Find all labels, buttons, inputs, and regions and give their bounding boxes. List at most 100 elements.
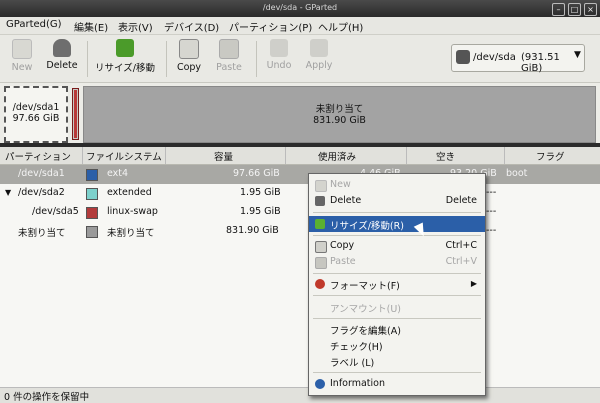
menu-item-resize-move[interactable]: リサイズ/移動(R) — [309, 216, 485, 232]
fs-color-swatch — [86, 188, 98, 200]
copy-button[interactable]: Copy — [174, 39, 204, 73]
cell-free: --- — [486, 187, 497, 198]
graph-partition-sda1[interactable]: /dev/sda1 97.66 GiB — [4, 86, 68, 143]
format-icon — [315, 279, 325, 289]
menu-gparted[interactable]: GParted(G) — [6, 19, 62, 30]
menu-partition[interactable]: パーティション(P) — [229, 19, 312, 34]
menu-item-delete[interactable]: Delete Delete — [309, 193, 485, 209]
menu-item-label[interactable]: ラベル (L) — [309, 353, 485, 369]
cell-filesystem: extended — [107, 187, 152, 198]
menu-device[interactable]: デバイス(D) — [164, 19, 219, 34]
menu-separator — [313, 273, 481, 274]
delete-icon — [53, 39, 71, 57]
pending-operations-status: 0 件の操作を保留中 — [4, 392, 90, 403]
cell-partition: /dev/sda5 — [32, 206, 79, 217]
resize-move-icon — [315, 219, 325, 229]
menu-view[interactable]: 表示(V) — [118, 19, 153, 34]
fs-color-swatch — [86, 207, 98, 219]
undo-button[interactable]: Undo — [262, 39, 296, 71]
cell-size: 97.66 GiB — [233, 168, 280, 179]
graph-unallocated-label: 未割り当て — [315, 104, 364, 115]
toolbar-separator — [166, 41, 167, 77]
column-free[interactable]: 空き — [436, 149, 455, 163]
new-button[interactable]: New — [6, 39, 38, 73]
paste-icon — [315, 257, 327, 269]
menu-separator — [313, 318, 481, 319]
minimize-icon[interactable]: – — [552, 3, 565, 16]
cell-size: 1.95 GiB — [240, 206, 281, 217]
cell-partition: /dev/sda1 — [18, 168, 65, 179]
table-row[interactable]: /dev/sda5 linux-swap 1.95 GiB --- — [0, 203, 600, 222]
cell-free: --- — [486, 225, 497, 236]
close-icon[interactable]: × — [584, 3, 597, 16]
cell-size: 831.90 GiB — [226, 225, 279, 236]
graph-partition-name: /dev/sda1 — [12, 102, 60, 113]
disk-icon — [456, 50, 470, 64]
menu-separator — [313, 235, 481, 236]
graph-partition-size: 97.66 GiB — [12, 113, 60, 124]
cell-filesystem: linux-swap — [107, 206, 158, 217]
cell-size: 1.95 GiB — [240, 187, 281, 198]
delete-icon — [315, 196, 325, 206]
title-bar: /dev/sda - GParted – □ × — [0, 0, 600, 17]
menu-item-copy[interactable]: Copy Ctrl+C — [309, 238, 485, 254]
menu-item-paste[interactable]: Paste Ctrl+V — [309, 254, 485, 270]
paste-button[interactable]: Paste — [212, 39, 246, 73]
resize-move-icon — [116, 39, 134, 57]
table-row[interactable]: 未割り当て 未割り当て 831.90 GiB --- — [0, 222, 600, 241]
menu-item-information[interactable]: Information — [309, 376, 485, 392]
cell-free: --- — [486, 206, 497, 217]
menu-edit[interactable]: 編集(E) — [74, 19, 108, 34]
menu-separator — [313, 212, 481, 213]
toolbar: New Delete リサイズ/移動 Copy Paste Undo Apply… — [0, 35, 600, 83]
table-row[interactable]: /dev/sda1 ext4 97.66 GiB 4.46 GiB 93.20 … — [0, 165, 600, 184]
cell-filesystem: 未割り当て — [107, 228, 155, 239]
column-filesystem[interactable]: ファイルシステム — [86, 149, 162, 163]
menu-item-unmount[interactable]: アンマウント(U) — [309, 299, 485, 315]
chevron-down-icon: ▼ — [574, 50, 581, 60]
delete-button[interactable]: Delete — [42, 39, 82, 71]
undo-icon — [270, 39, 288, 57]
resize-move-button[interactable]: リサイズ/移動 — [92, 39, 158, 74]
toolbar-separator — [87, 41, 88, 77]
expander-icon[interactable]: ▼ — [5, 188, 11, 197]
submenu-arrow-icon: ▶ — [470, 279, 477, 288]
menu-separator — [313, 372, 481, 373]
menu-item-format[interactable]: フォーマット(F) ▶ — [309, 276, 485, 292]
column-partition[interactable]: パーティション — [5, 149, 71, 163]
column-used[interactable]: 使用済み — [318, 149, 356, 163]
graph-partition-sda2[interactable] — [72, 88, 79, 140]
menu-item-manage-flags[interactable]: フラグを編集(A) — [309, 321, 485, 337]
table-header: パーティション ファイルシステム 容量 使用済み 空き フラグ — [0, 147, 600, 165]
cell-filesystem: ext4 — [107, 168, 129, 179]
menu-item-check[interactable]: チェック(H) — [309, 337, 485, 353]
status-bar: 0 件の操作を保留中 — [0, 387, 600, 403]
cell-flags: boot — [506, 168, 528, 179]
partition-graph: /dev/sda1 97.66 GiB 未割り当て 831.90 GiB — [0, 83, 600, 143]
partition-context-menu: New Delete Delete リサイズ/移動(R) Copy Ctrl+C… — [308, 173, 486, 396]
cell-partition: /dev/sda2 — [18, 187, 65, 198]
device-path: /dev/sda — [473, 52, 516, 63]
copy-icon — [315, 241, 327, 253]
device-selector[interactable]: /dev/sda (931.51 GiB) ▼ — [451, 44, 585, 74]
window-title: /dev/sda - GParted — [262, 3, 338, 12]
paste-icon — [219, 39, 239, 59]
column-flags[interactable]: フラグ — [536, 149, 565, 163]
fs-color-swatch — [86, 169, 98, 181]
menu-separator — [313, 295, 481, 296]
new-icon — [12, 39, 32, 59]
apply-button[interactable]: Apply — [302, 39, 336, 71]
new-icon — [315, 180, 327, 192]
partition-list: /dev/sda1 ext4 97.66 GiB 4.46 GiB 93.20 … — [0, 165, 600, 387]
menu-bar: GParted(G) 編集(E) 表示(V) デバイス(D) パーティション(P… — [0, 17, 600, 35]
column-size[interactable]: 容量 — [214, 149, 233, 163]
copy-icon — [179, 39, 199, 59]
table-row[interactable]: ▼ /dev/sda2 extended 1.95 GiB --- — [0, 184, 600, 203]
toolbar-separator — [256, 41, 257, 77]
menu-help[interactable]: ヘルプ(H) — [318, 19, 363, 34]
apply-check-icon — [310, 39, 328, 57]
fs-color-swatch — [86, 226, 98, 238]
graph-unallocated[interactable]: 未割り当て 831.90 GiB — [83, 86, 596, 143]
menu-item-new[interactable]: New — [309, 177, 485, 193]
maximize-icon[interactable]: □ — [568, 3, 581, 16]
